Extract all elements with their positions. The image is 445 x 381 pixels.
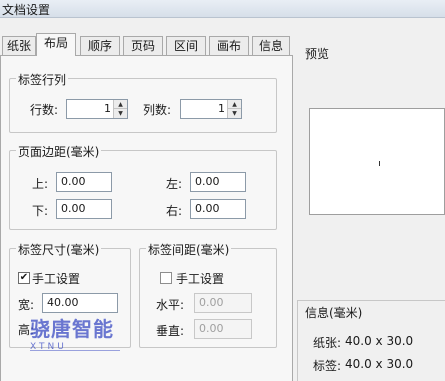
tab-order[interactable]: 顺序 <box>80 36 120 56</box>
margin-top-label: 上: <box>32 177 49 191</box>
rows-down-icon[interactable]: ▼ <box>114 109 127 118</box>
label-rows-cols-group: 标签行列 行数: 1 ▲ ▼ 列数: 1 ▲ ▼ <box>9 71 277 133</box>
info-title: 信息(毫米) <box>305 306 363 320</box>
rows-value: 1 <box>104 102 111 115</box>
label-size-manual-checkbox[interactable]: ✔ <box>18 272 30 284</box>
cols-spinner[interactable]: 1 ▲ ▼ <box>180 99 242 119</box>
info-label-label: 标签: <box>313 359 342 373</box>
title-bar: 文档设置 <box>0 0 445 18</box>
horizontal-spacing-label: 水平: <box>156 298 185 312</box>
label-spacing-manual-label: 手工设置 <box>176 272 225 286</box>
preview-title: 预览 <box>305 47 330 61</box>
rows-label: 行数: <box>30 103 59 117</box>
cols-up-icon[interactable]: ▲ <box>228 100 241 109</box>
label-size-manual-label: 手工设置 <box>32 272 81 286</box>
tab-range[interactable]: 区间 <box>166 36 206 56</box>
label-width-label: 宽: <box>18 298 35 312</box>
cols-down-icon[interactable]: ▼ <box>228 109 241 118</box>
label-width-input[interactable]: 40.00 <box>42 293 118 313</box>
cols-value: 1 <box>218 102 225 115</box>
horizontal-spacing-input[interactable]: 0.00 <box>194 293 252 313</box>
info-paper-label: 纸张: <box>313 336 342 350</box>
margin-left-input[interactable]: 0.00 <box>190 172 246 192</box>
tab-strip: 纸张 布局 顺序 页码 区间 画布 信息 <box>0 33 300 56</box>
tab-canvas[interactable]: 画布 <box>209 36 249 56</box>
vertical-spacing-label: 垂直: <box>156 324 185 338</box>
margin-right-label: 右: <box>166 204 183 218</box>
margin-bottom-label: 下: <box>32 204 49 218</box>
margins-group: 页面边距(毫米) 上: 0.00 左: 0.00 下: 0.00 右: 0.00 <box>9 143 277 230</box>
margin-right-input[interactable]: 0.00 <box>190 199 246 219</box>
label-spacing-title: 标签间距(毫米) <box>146 241 232 258</box>
cols-label: 列数: <box>143 103 172 117</box>
rows-up-icon[interactable]: ▲ <box>114 100 127 109</box>
tab-paper[interactable]: 纸张 <box>2 36 36 56</box>
label-size-title: 标签尺寸(毫米) <box>16 241 102 258</box>
rows-spinner[interactable]: 1 ▲ ▼ <box>66 99 128 119</box>
margin-top-input[interactable]: 0.00 <box>56 172 112 192</box>
tab-info[interactable]: 信息 <box>252 36 290 56</box>
vertical-spacing-input[interactable]: 0.00 <box>194 319 252 339</box>
tab-page-number[interactable]: 页码 <box>123 36 163 56</box>
window-title: 文档设置 <box>2 3 51 17</box>
tab-layout[interactable]: 布局 <box>36 33 76 56</box>
label-spacing-group: 标签间距(毫米) 手工设置 水平: 0.00 垂直: 0.00 <box>139 241 277 348</box>
preview-label-mark <box>379 161 380 166</box>
margin-left-label: 左: <box>166 177 183 191</box>
info-label-value: 40.0 x 30.0 <box>345 357 414 371</box>
label-spacing-manual-checkbox[interactable] <box>160 272 172 284</box>
margin-bottom-input[interactable]: 0.00 <box>56 199 112 219</box>
info-paper-value: 40.0 x 30.0 <box>345 334 414 348</box>
margins-title: 页面边距(毫米) <box>16 143 102 160</box>
watermark-text: 骁唐智能 <box>30 317 114 341</box>
label-rows-cols-title: 标签行列 <box>16 71 69 88</box>
preview-canvas <box>309 108 445 215</box>
watermark-underline <box>30 350 120 351</box>
